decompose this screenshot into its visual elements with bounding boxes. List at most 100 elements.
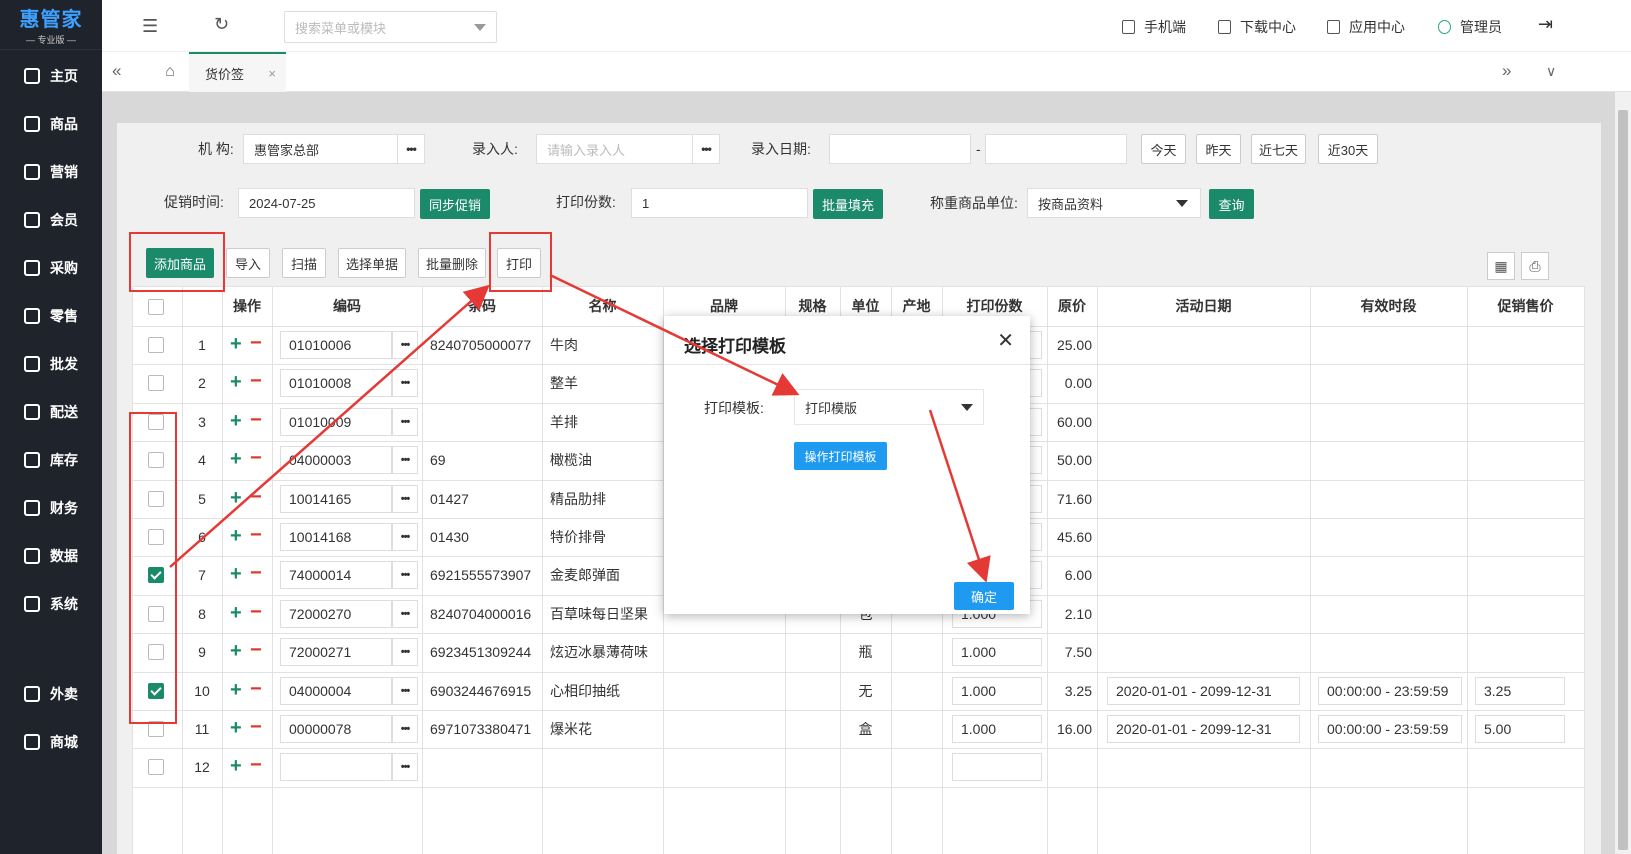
remove-row-icon[interactable]: −: [250, 640, 262, 660]
code-picker-button[interactable]: •••: [392, 408, 418, 436]
code-picker-button[interactable]: •••: [392, 369, 418, 397]
code-input[interactable]: 04000004: [280, 677, 392, 705]
import-button[interactable]: 导入: [226, 248, 270, 278]
add-row-icon[interactable]: +: [230, 526, 242, 546]
code-picker-button[interactable]: •••: [392, 331, 418, 359]
user-menu[interactable]: 管理员: [1438, 17, 1502, 37]
template-select[interactable]: 打印模版: [794, 389, 984, 425]
code-picker-button[interactable]: •••: [392, 446, 418, 474]
sidebar-item-1[interactable]: 商品: [0, 104, 102, 144]
row-checkbox[interactable]: [148, 375, 164, 391]
add-row-icon[interactable]: +: [230, 641, 242, 661]
menu-toggle-icon[interactable]: ☰: [142, 16, 158, 37]
sidebar-item-7[interactable]: 配送: [0, 392, 102, 432]
sidebar-item-10[interactable]: 数据: [0, 536, 102, 576]
refresh-icon[interactable]: ↻: [214, 14, 229, 35]
page-scrollbar[interactable]: [1615, 92, 1631, 854]
org-field[interactable]: 惠管家总部: [243, 134, 398, 164]
sidebar-item-8[interactable]: 库存: [0, 440, 102, 480]
sidebar-item-3[interactable]: 会员: [0, 200, 102, 240]
printer-icon[interactable]: ⎙: [1521, 252, 1549, 280]
org-picker-button[interactable]: •••: [397, 134, 425, 164]
print-copies-input[interactable]: 1: [631, 188, 808, 218]
remove-row-icon[interactable]: −: [250, 679, 262, 699]
entry-date-start[interactable]: [829, 134, 971, 164]
code-picker-button[interactable]: •••: [392, 600, 418, 628]
menu-search-select[interactable]: 搜索菜单或模块: [284, 11, 497, 43]
remove-row-icon[interactable]: −: [250, 755, 262, 775]
close-icon[interactable]: ✕: [997, 328, 1014, 353]
code-picker-button[interactable]: •••: [392, 638, 418, 666]
last7-button[interactable]: 近七天: [1251, 134, 1306, 164]
scan-button[interactable]: 扫描: [282, 248, 326, 278]
activity-date-input[interactable]: 2020-01-01 - 2099-12-31: [1107, 715, 1300, 743]
scrollbar-thumb[interactable]: [1618, 110, 1628, 850]
yesterday-button[interactable]: 昨天: [1196, 134, 1241, 164]
code-picker-button[interactable]: •••: [392, 753, 418, 781]
code-input[interactable]: 72000271: [280, 638, 392, 666]
tabs-menu-chevron-icon[interactable]: ∨: [1546, 63, 1556, 80]
code-input[interactable]: 72000270: [280, 600, 392, 628]
entry-person-input[interactable]: 请输入录入人: [536, 134, 693, 164]
tabs-scroll-right-icon[interactable]: »: [1502, 61, 1511, 81]
tabs-scroll-left-icon[interactable]: «: [112, 61, 121, 81]
batch-fill-button[interactable]: 批量填充: [813, 189, 883, 219]
code-picker-button[interactable]: •••: [392, 677, 418, 705]
remove-row-icon[interactable]: −: [250, 525, 262, 545]
sidebar-item-9[interactable]: 财务: [0, 488, 102, 528]
query-button[interactable]: 查询: [1209, 189, 1254, 219]
code-input[interactable]: 10014165: [280, 485, 392, 513]
add-row-icon[interactable]: +: [230, 334, 242, 354]
remove-row-icon[interactable]: −: [250, 717, 262, 737]
column-settings-icon[interactable]: ▦: [1487, 252, 1515, 280]
row-checkbox[interactable]: [148, 337, 164, 353]
code-input[interactable]: 00000078: [280, 715, 392, 743]
code-input[interactable]: 01010008: [280, 369, 392, 397]
sidebar-item-0[interactable]: 主页: [0, 56, 102, 96]
manage-templates-button[interactable]: 操作打印模板: [794, 442, 887, 470]
valid-period-input[interactable]: 00:00:00 - 23:59:59: [1318, 715, 1462, 743]
add-row-icon[interactable]: +: [230, 680, 242, 700]
sidebar-item-4[interactable]: 采购: [0, 248, 102, 288]
entry-person-picker-button[interactable]: •••: [692, 134, 720, 164]
today-button[interactable]: 今天: [1141, 134, 1186, 164]
add-row-icon[interactable]: +: [230, 718, 242, 738]
remove-row-icon[interactable]: −: [250, 410, 262, 430]
promo-price-input[interactable]: 3.25: [1475, 677, 1565, 705]
code-input[interactable]: [280, 753, 392, 781]
copies-input[interactable]: 1.000: [952, 638, 1042, 666]
select-doc-button[interactable]: 选择单据: [338, 248, 406, 278]
sidebar-item-11[interactable]: 系统: [0, 584, 102, 624]
sidebar-item-6[interactable]: 批发: [0, 344, 102, 384]
remove-row-icon[interactable]: −: [250, 487, 262, 507]
copies-input[interactable]: 1.000: [952, 715, 1042, 743]
select-all-checkbox[interactable]: [148, 299, 164, 315]
row-checkbox[interactable]: [148, 759, 164, 775]
remove-row-icon[interactable]: −: [250, 563, 262, 583]
code-picker-button[interactable]: •••: [392, 485, 418, 513]
weigh-unit-select[interactable]: 按商品资料: [1027, 188, 1201, 218]
copies-input[interactable]: [952, 753, 1042, 781]
add-row-icon[interactable]: +: [230, 756, 242, 776]
code-input[interactable]: 10014168: [280, 523, 392, 551]
sidebar-item-13[interactable]: 商城: [0, 722, 102, 762]
code-input[interactable]: 04000003: [280, 446, 392, 474]
logout-icon[interactable]: ⇥: [1538, 14, 1553, 35]
remove-row-icon[interactable]: −: [250, 448, 262, 468]
code-input[interactable]: 01010006: [280, 331, 392, 359]
code-input[interactable]: 74000014: [280, 561, 392, 589]
mobile-link[interactable]: 手机端: [1122, 17, 1186, 37]
sidebar-item-2[interactable]: 营销: [0, 152, 102, 192]
valid-period-input[interactable]: 00:00:00 - 23:59:59: [1318, 677, 1462, 705]
sync-promo-button[interactable]: 同步促销: [420, 189, 490, 219]
home-tab-icon[interactable]: ⌂: [152, 52, 188, 92]
code-picker-button[interactable]: •••: [392, 523, 418, 551]
remove-row-icon[interactable]: −: [250, 602, 262, 622]
add-row-icon[interactable]: +: [230, 411, 242, 431]
close-icon[interactable]: ×: [268, 66, 276, 81]
batch-delete-button[interactable]: 批量删除: [418, 248, 486, 278]
last30-button[interactable]: 近30天: [1318, 134, 1378, 164]
entry-date-end[interactable]: [985, 134, 1127, 164]
code-picker-button[interactable]: •••: [392, 715, 418, 743]
remove-row-icon[interactable]: −: [250, 371, 262, 391]
